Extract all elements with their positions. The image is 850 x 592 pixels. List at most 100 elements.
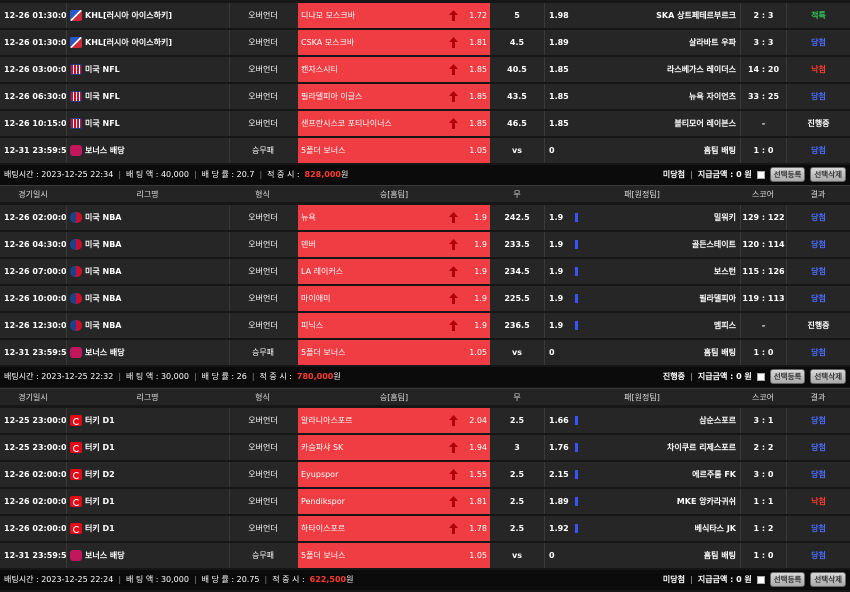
bet-type: 오버언더 bbox=[229, 488, 296, 515]
home-pick-cell[interactable]: 샌프란시스코 포티나이너스 1.85 bbox=[298, 110, 490, 137]
select-delete-button[interactable]: 선택삭제 bbox=[810, 369, 846, 385]
away-team: 필라델피아 bbox=[699, 294, 736, 304]
select-delete-button[interactable]: 선택삭제 bbox=[810, 167, 846, 183]
select-register-button[interactable]: 선택등록 bbox=[769, 369, 806, 385]
bet-type: 승무패 bbox=[229, 339, 296, 366]
bet-time: 배팅시간 : 2023-12-25 22:24 bbox=[4, 575, 114, 585]
arrow-up-icon bbox=[446, 523, 460, 535]
home-pick-cell[interactable]: 캔자스시티 1.85 bbox=[298, 56, 490, 83]
select-register-button[interactable]: 선택등록 bbox=[769, 167, 806, 183]
away-pick-cell[interactable]: 1.89 살라바트 우파 bbox=[544, 29, 740, 56]
home-pick-cell[interactable]: 5폴더 보너스 1.05 bbox=[298, 137, 490, 164]
away-pick-cell[interactable]: 1.9 밀워키 bbox=[544, 205, 740, 231]
bet-type: 오버언더 bbox=[229, 461, 296, 488]
away-pick-cell[interactable]: 1.85 라스베가스 레이더스 bbox=[544, 56, 740, 83]
score: 3 : 0 bbox=[740, 461, 786, 488]
home-team: 캔자스시티 bbox=[301, 65, 338, 75]
arrow-up-icon bbox=[446, 37, 460, 49]
away-pick-cell[interactable]: 1.92 베식타스 JK bbox=[544, 515, 740, 542]
result-status: 적특 bbox=[786, 3, 850, 29]
home-pick-cell[interactable]: CSKA 모스크바 1.81 bbox=[298, 29, 490, 56]
bet-rate: 배 당 률 : 20.75 bbox=[201, 575, 260, 585]
away-pick-cell[interactable]: 1.85 볼티모어 레이븐스 bbox=[544, 110, 740, 137]
table-row: 12-26 07:00:00 미국 NBA 오버언더 LA 레이커스 1.9 234.5 1… bbox=[0, 258, 850, 285]
away-pick-cell[interactable]: 1.9 보스턴 bbox=[544, 258, 740, 285]
home-team: 5폴더 보너스 bbox=[301, 551, 346, 561]
bet-rate: 배 당 률 : 26 bbox=[201, 372, 247, 382]
away-pick-cell[interactable]: 0 홈팀 배팅 bbox=[544, 339, 740, 366]
select-checkbox[interactable] bbox=[756, 372, 765, 381]
select-checkbox[interactable] bbox=[756, 575, 765, 584]
draw-line: 5 bbox=[514, 11, 520, 21]
match-date: 12-26 12:30:00 bbox=[4, 321, 66, 331]
away-pick-cell[interactable]: 0 홈팀 배팅 bbox=[544, 542, 740, 569]
away-pick-cell[interactable]: 1.98 SKA 상트페테르부르크 bbox=[544, 3, 740, 29]
header-draw: 무 bbox=[513, 392, 521, 402]
table-row: 12-26 10:00:00 미국 NBA 오버언더 마이애미 1.9 225.5 1.9 필… bbox=[0, 285, 850, 312]
home-pick-cell[interactable]: 디나모 모스크바 1.72 bbox=[298, 3, 490, 29]
select-delete-button[interactable]: 선택삭제 bbox=[810, 572, 846, 588]
away-odds: 1.66 bbox=[549, 416, 569, 426]
away-pick-cell[interactable]: 1.9 멤피스 bbox=[544, 312, 740, 339]
away-odds: 1.85 bbox=[549, 65, 569, 75]
table-header: 경기일시 리그명 형식 승[홈팀] 무 패[원정팀] 스코어 결과 bbox=[0, 388, 850, 405]
draw-line: 234.5 bbox=[504, 267, 530, 277]
home-pick-cell[interactable]: Pendikspor 1.81 bbox=[298, 488, 490, 515]
away-pick-cell[interactable]: 2.15 에르주룸 FK bbox=[544, 461, 740, 488]
league-name: 보너스 배당 bbox=[66, 339, 229, 366]
away-team: MKE 앙카라귀쉬 bbox=[676, 497, 736, 507]
bet-time: 배팅시간 : 2023-12-25 22:32 bbox=[4, 372, 114, 382]
home-pick-cell[interactable]: 덴버 1.9 bbox=[298, 231, 490, 258]
draw-line: vs bbox=[512, 146, 522, 156]
away-pick-cell[interactable]: 1.66 삼순스포르 bbox=[544, 408, 740, 434]
away-pick-cell[interactable]: 1.9 필라델피아 bbox=[544, 285, 740, 312]
win-amount-label: 적 중 시 : bbox=[259, 372, 292, 382]
header-result: 결과 bbox=[810, 392, 826, 402]
home-pick-cell[interactable]: LA 레이커스 1.9 bbox=[298, 258, 490, 285]
away-odds: 1.92 bbox=[549, 524, 569, 534]
select-register-button[interactable]: 선택등록 bbox=[769, 572, 806, 588]
match-date: 12-26 10:00:00 bbox=[4, 294, 66, 304]
home-pick-cell[interactable]: 알라니아스포르 2.04 bbox=[298, 408, 490, 434]
away-odds: 1.85 bbox=[549, 119, 569, 129]
bet-status: 진행중 bbox=[662, 372, 685, 382]
bonus-flag-icon bbox=[70, 347, 82, 359]
home-odds: 2.04 bbox=[469, 416, 487, 426]
away-pick-cell[interactable]: 1.89 MKE 앙카라귀쉬 bbox=[544, 488, 740, 515]
home-pick-cell[interactable]: 하타이스포르 1.78 bbox=[298, 515, 490, 542]
table-row: 12-25 23:00:00 터키 D1 오버언더 알라니아스포르 2.04 2.5 1.6… bbox=[0, 408, 850, 434]
bet-history: 12-26 01:30:00 KHL[러시아 아이스하키] 오버언더 디나모 모스크바… bbox=[0, 0, 850, 592]
select-checkbox[interactable] bbox=[756, 170, 765, 179]
away-odds: 0 bbox=[549, 146, 555, 156]
home-pick-cell[interactable]: 5폴더 보너스 1.05 bbox=[298, 339, 490, 366]
home-pick-cell[interactable]: Eyupspor 1.55 bbox=[298, 461, 490, 488]
away-pick-cell[interactable]: 1.9 골든스테이트 bbox=[544, 231, 740, 258]
bet-type: 승무패 bbox=[229, 542, 296, 569]
table-row: 12-26 12:30:00 미국 NBA 오버언더 피닉스 1.9 236.5 1.9 멤피… bbox=[0, 312, 850, 339]
home-odds: 1.72 bbox=[469, 11, 487, 21]
match-date: 12-25 23:00:00 bbox=[4, 443, 66, 453]
score: 1 : 0 bbox=[740, 339, 786, 366]
home-odds: 1.94 bbox=[469, 443, 487, 453]
away-team: 밀워키 bbox=[713, 213, 736, 223]
away-pick-cell[interactable]: 0 홈팀 배팅 bbox=[544, 137, 740, 164]
away-odds: 1.98 bbox=[549, 11, 569, 21]
table-row: 12-26 02:00:00 미국 NBA 오버언더 뉴욕 1.9 242.5 1.9 밀워키… bbox=[0, 205, 850, 231]
match-date: 12-26 02:00:00 bbox=[4, 497, 66, 507]
away-team: 베식타스 JK bbox=[694, 524, 736, 534]
away-pick-cell[interactable]: 1.76 차이쿠르 리제스포르 bbox=[544, 434, 740, 461]
draw-line: vs bbox=[512, 348, 522, 358]
home-pick-cell[interactable]: 피닉스 1.9 bbox=[298, 312, 490, 339]
home-pick-cell[interactable]: 뉴욕 1.9 bbox=[298, 205, 490, 231]
bet-summary: 배팅시간 : 2023-12-25 22:32 | 배 팅 액 : 30,000 |… bbox=[0, 366, 850, 387]
home-pick-cell[interactable]: 필라델피아 이글스 1.85 bbox=[298, 83, 490, 110]
home-pick-cell[interactable]: 카슴파샤 SK 1.94 bbox=[298, 434, 490, 461]
table-row: 12-26 03:00:00 미국 NFL 오버언더 캔자스시티 1.85 40.5 1.8… bbox=[0, 56, 850, 83]
match-date: 12-26 01:30:00 bbox=[4, 11, 66, 21]
away-pick-cell[interactable]: 1.85 뉴욕 자이언츠 bbox=[544, 83, 740, 110]
home-odds: 1.9 bbox=[474, 267, 487, 277]
home-pick-cell[interactable]: 마이애미 1.9 bbox=[298, 285, 490, 312]
table-row: 12-25 23:00:00 터키 D1 오버언더 카슴파샤 SK 1.94 3 1.76 차… bbox=[0, 434, 850, 461]
arrow-up-icon bbox=[446, 293, 460, 305]
home-pick-cell[interactable]: 5폴더 보너스 1.05 bbox=[298, 542, 490, 569]
